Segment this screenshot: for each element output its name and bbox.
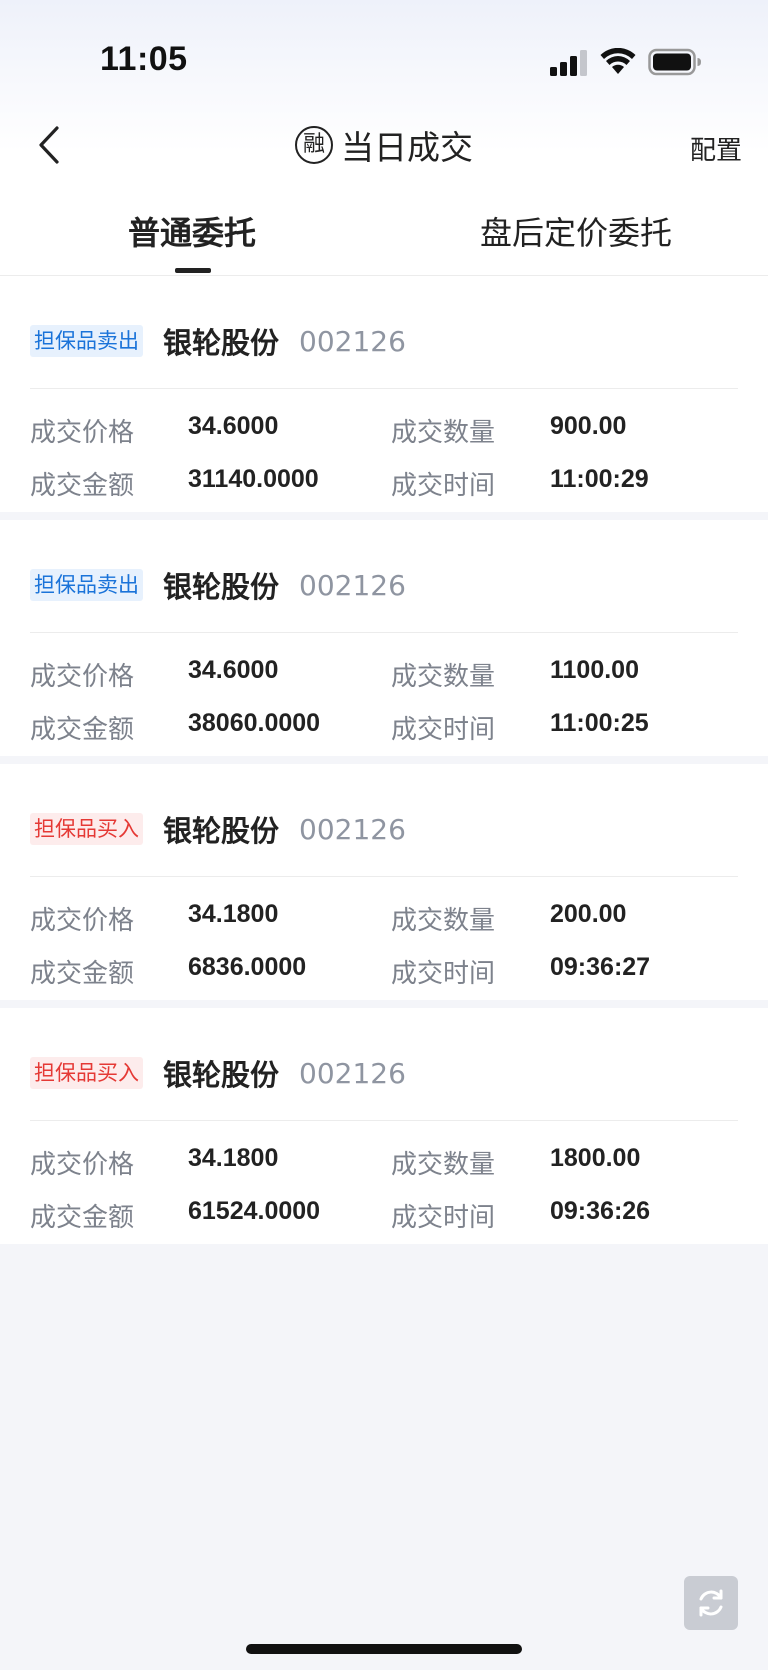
stock-code: 002126 — [299, 812, 406, 846]
trade-card-header: 担保品卖出 银轮股份 002126 — [30, 321, 406, 361]
divider — [30, 632, 738, 633]
tab-after-hours-orders[interactable]: 盘后定价委托 — [384, 208, 768, 258]
trade-side-tag: 担保品买入 — [30, 1057, 143, 1089]
trade-card-header: 担保品卖出 银轮股份 002126 — [30, 565, 406, 605]
stock-name: 银轮股份 — [163, 570, 280, 604]
price-label: 成交价格 — [30, 1150, 135, 1180]
trade-row: 成交金额 31140.0000 成交时间 11:00:29 — [30, 465, 740, 505]
refresh-icon — [699, 1589, 723, 1617]
stock-name: 银轮股份 — [163, 814, 280, 848]
trade-card[interactable]: 担保品买入 银轮股份 002126 成交价格 34.1800 成交数量 1800… — [0, 1008, 768, 1244]
trade-side-tag: 担保品卖出 — [30, 569, 143, 601]
trade-card[interactable]: 担保品买入 银轮股份 002126 成交价格 34.1800 成交数量 200.… — [0, 764, 768, 1000]
page-title: 融 当日成交 — [0, 120, 768, 170]
price-label: 成交价格 — [30, 418, 135, 448]
amount-value: 6836.0000 — [188, 953, 307, 981]
quantity-value: 1100.00 — [550, 656, 639, 684]
trade-row: 成交金额 61524.0000 成交时间 09:36:26 — [30, 1197, 740, 1237]
wifi-icon — [600, 48, 636, 74]
navigation-bar: 融 当日成交 配置 — [0, 110, 768, 180]
tab-normal-orders[interactable]: 普通委托 — [0, 208, 384, 258]
amount-value: 61524.0000 — [188, 1197, 321, 1225]
price-label: 成交价格 — [30, 662, 135, 692]
quantity-value: 1800.00 — [550, 1144, 641, 1172]
trade-row: 成交价格 34.1800 成交数量 200.00 — [30, 900, 740, 940]
home-indicator — [246, 1644, 522, 1654]
tab-bar: 普通委托 盘后定价委托 — [0, 196, 768, 276]
quantity-label: 成交数量 — [391, 662, 496, 692]
stock-code: 002126 — [299, 568, 406, 602]
trade-row: 成交金额 6836.0000 成交时间 09:36:27 — [30, 953, 740, 993]
trade-card-header: 担保品买入 银轮股份 002126 — [30, 809, 406, 849]
divider — [30, 1120, 738, 1121]
trade-side-tag: 担保品买入 — [30, 813, 143, 845]
refresh-button[interactable] — [684, 1576, 738, 1630]
amount-label: 成交金额 — [30, 715, 135, 745]
amount-value: 38060.0000 — [188, 709, 321, 737]
trade-row: 成交价格 34.6000 成交数量 1100.00 — [30, 656, 740, 696]
cellular-signal-icon — [550, 50, 587, 76]
quantity-value: 200.00 — [550, 900, 627, 928]
time-label: 成交时间 — [391, 715, 496, 745]
stock-name: 银轮股份 — [163, 326, 280, 360]
amount-label: 成交金额 — [30, 471, 135, 501]
trade-card[interactable]: 担保品卖出 银轮股份 002126 成交价格 34.6000 成交数量 1100… — [0, 520, 768, 756]
status-bar: 11:05 — [0, 0, 768, 110]
time-label: 成交时间 — [391, 1203, 496, 1233]
amount-label: 成交金额 — [30, 1203, 135, 1233]
trade-side-tag: 担保品卖出 — [30, 325, 143, 357]
divider — [30, 876, 738, 877]
trade-row: 成交价格 34.1800 成交数量 1800.00 — [30, 1144, 740, 1184]
price-value: 34.1800 — [188, 900, 279, 928]
price-value: 34.1800 — [188, 1144, 279, 1172]
time-value: 09:36:26 — [550, 1197, 651, 1225]
quantity-value: 900.00 — [550, 412, 627, 440]
time-value: 11:00:25 — [550, 709, 649, 737]
trade-card-header: 担保品买入 银轮股份 002126 — [30, 1053, 406, 1093]
status-time: 11:05 — [100, 40, 188, 78]
amount-label: 成交金额 — [30, 959, 135, 989]
trade-card[interactable]: 担保品卖出 银轮股份 002126 成交价格 34.6000 成交数量 900.… — [0, 276, 768, 512]
stock-code: 002126 — [299, 1056, 406, 1090]
time-label: 成交时间 — [391, 471, 496, 501]
price-label: 成交价格 — [30, 906, 135, 936]
amount-value: 31140.0000 — [188, 465, 319, 493]
stock-code: 002126 — [299, 324, 406, 358]
time-label: 成交时间 — [391, 959, 496, 989]
active-tab-indicator — [175, 268, 211, 273]
trade-row: 成交价格 34.6000 成交数量 900.00 — [30, 412, 740, 452]
time-value: 09:36:27 — [550, 953, 651, 981]
page-title-text: 当日成交 — [341, 128, 473, 167]
time-value: 11:00:29 — [550, 465, 649, 493]
trade-row: 成交金额 38060.0000 成交时间 11:00:25 — [30, 709, 740, 749]
margin-trading-icon: 融 — [295, 126, 333, 164]
price-value: 34.6000 — [188, 656, 279, 684]
battery-icon — [648, 48, 701, 76]
quantity-label: 成交数量 — [391, 906, 496, 936]
trade-list: 担保品卖出 银轮股份 002126 成交价格 34.6000 成交数量 900.… — [0, 276, 768, 1252]
price-value: 34.6000 — [188, 412, 279, 440]
quantity-label: 成交数量 — [391, 418, 496, 448]
stock-name: 银轮股份 — [163, 1058, 280, 1092]
config-button[interactable]: 配置 — [690, 130, 742, 167]
divider — [30, 388, 738, 389]
quantity-label: 成交数量 — [391, 1150, 496, 1180]
